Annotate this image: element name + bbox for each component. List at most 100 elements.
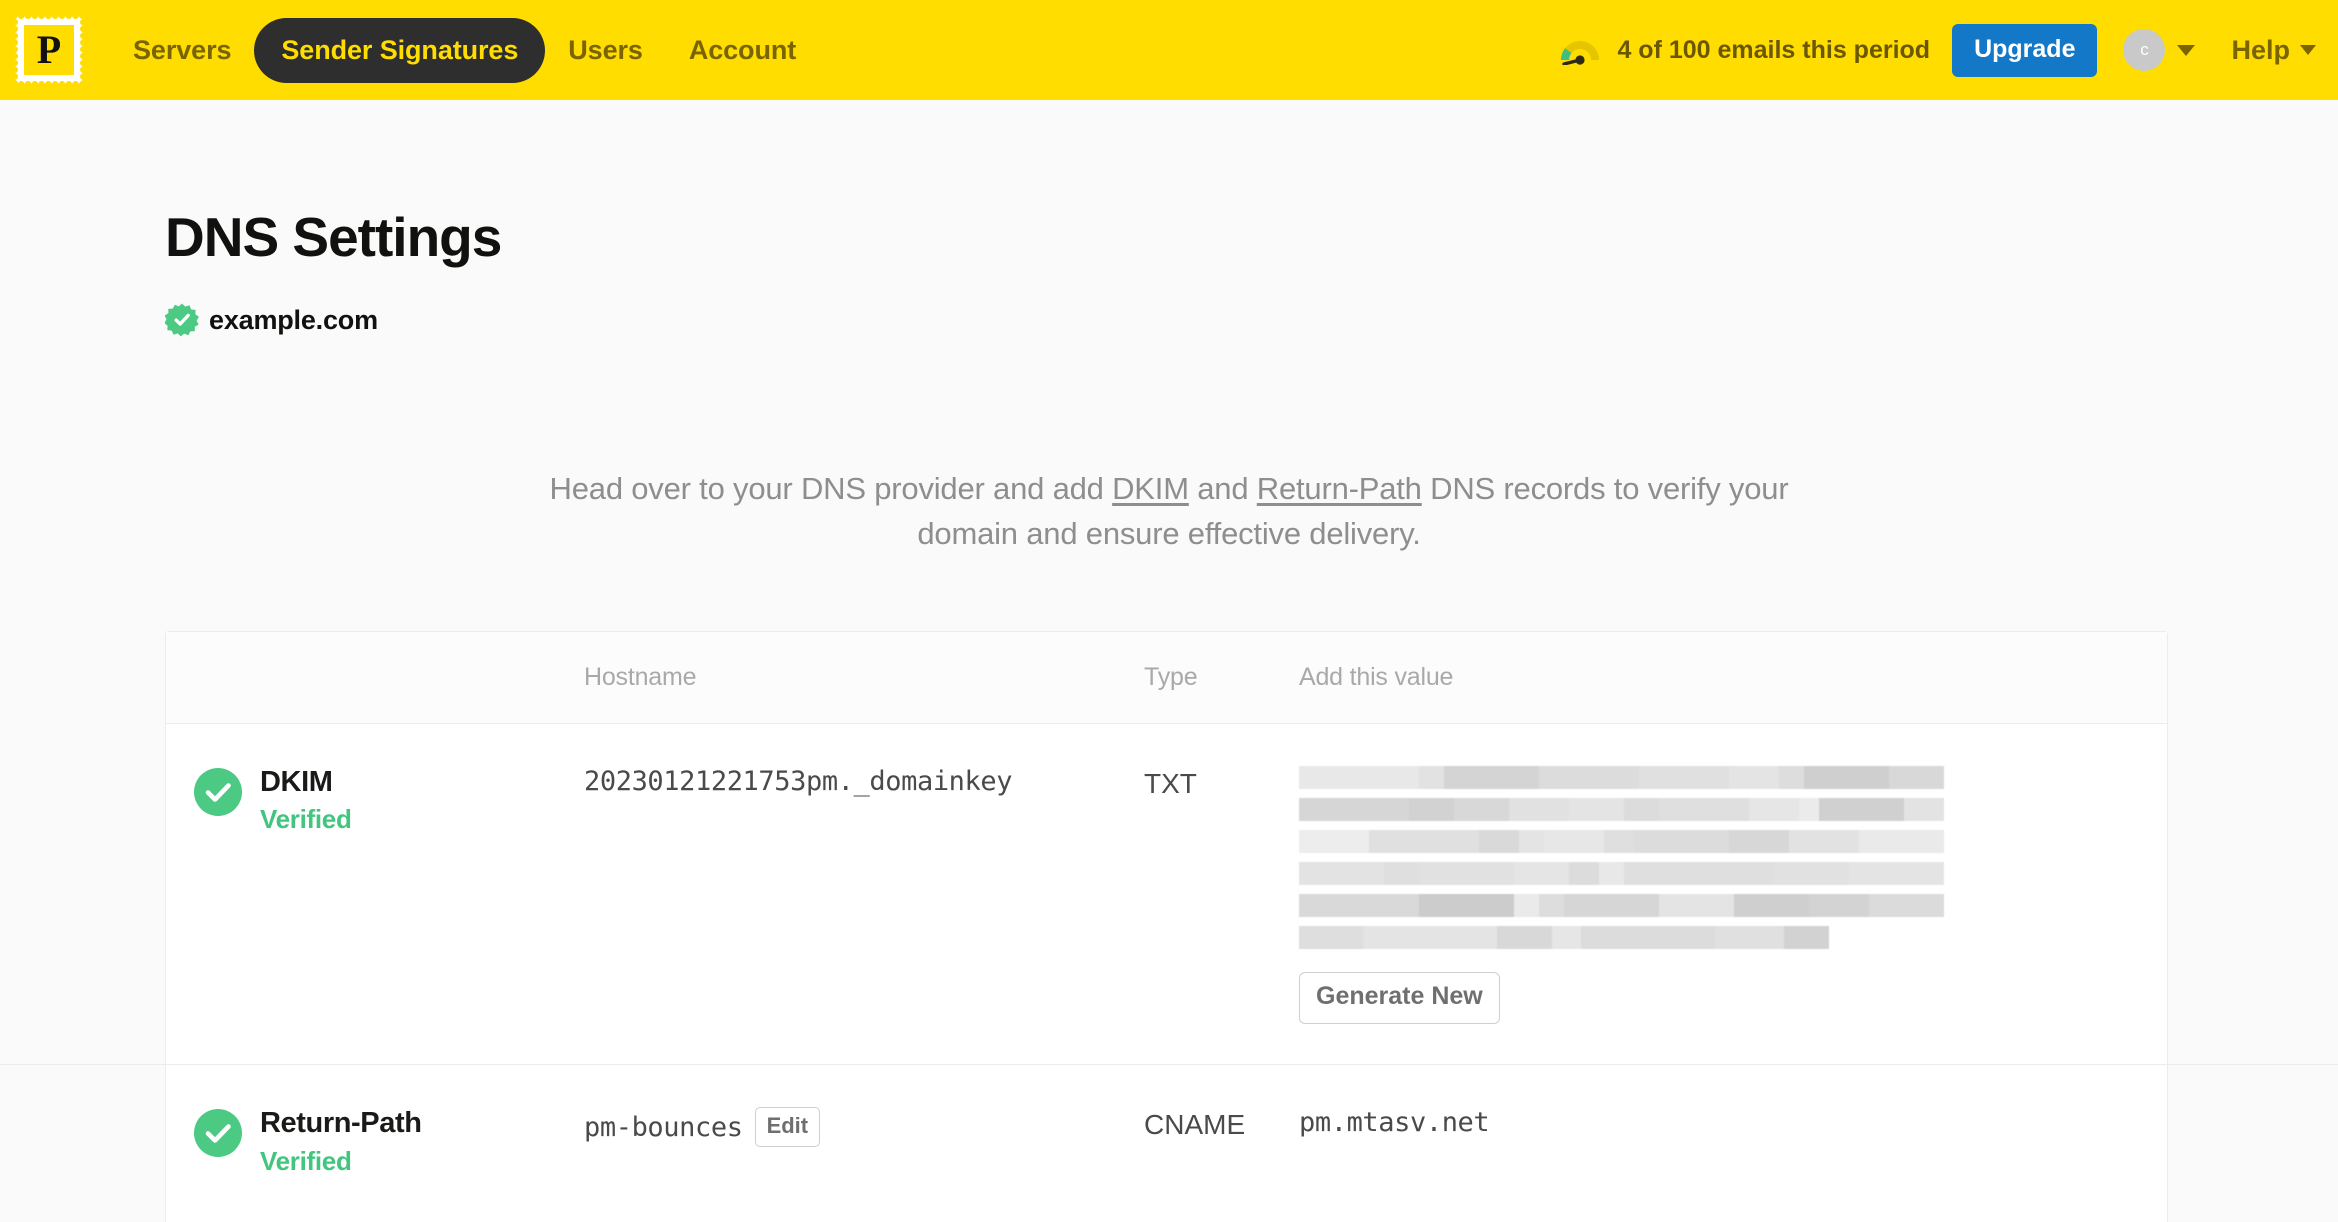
redacted-segment — [1889, 766, 1944, 789]
dns-records-card: Hostname Type Add this value DKIM Verifi… — [0, 631, 2338, 1222]
chevron-down-icon — [2300, 45, 2316, 55]
hostname-value: 20230121221753pm._domainkey — [584, 766, 1013, 797]
domain-row: example.com — [165, 303, 378, 337]
redacted-segment — [1514, 894, 1539, 917]
redacted-segment — [1779, 766, 1804, 789]
page-body: DNS Settings example.com Head over to yo… — [0, 100, 2338, 1222]
redacted-segment — [1551, 926, 1582, 949]
record-name: DKIM — [260, 766, 333, 798]
edit-hostname-button[interactable]: Edit — [754, 1107, 821, 1147]
table-row: DKIM Verified 20230121221753pm._domainke… — [0, 724, 2338, 1066]
redacted-segment — [1804, 766, 1889, 789]
redacted-segment — [1809, 894, 1869, 917]
redacted-segment — [1634, 830, 1729, 853]
redacted-segment — [1729, 766, 1779, 789]
redacted-segment — [1849, 862, 1944, 885]
redacted-segment — [1544, 830, 1604, 853]
hostname-value: pm-bounces — [584, 1111, 743, 1143]
redacted-segment — [1564, 894, 1659, 917]
help-menu[interactable]: Help — [2231, 35, 2316, 66]
help-label: Help — [2231, 34, 2290, 65]
redacted-segment — [1519, 830, 1544, 853]
generate-new-button[interactable]: Generate New — [1299, 972, 1500, 1025]
gauge-icon — [1561, 41, 1600, 65]
redacted-segment — [1419, 894, 1514, 917]
record-value: pm.mtasv.net — [1299, 1107, 1490, 1139]
page-title: DNS Settings — [165, 206, 502, 268]
redacted-segment — [1363, 926, 1498, 949]
navbar-right-cluster: 4 of 100 emails this period Upgrade c He… — [1557, 23, 2316, 77]
redacted-segment — [1734, 894, 1809, 917]
return-path-link[interactable]: Return-Path — [1257, 471, 1422, 506]
redacted-segment — [1859, 830, 1944, 853]
column-header-hostname: Hostname — [584, 663, 697, 691]
redacted-segment — [1514, 862, 1569, 885]
upgrade-button[interactable]: Upgrade — [1952, 23, 2098, 77]
redacted-segment — [1604, 830, 1634, 853]
primary-nav: Servers Sender Signatures Users Account — [110, 17, 819, 83]
nav-item-sender-signatures[interactable]: Sender Signatures — [254, 17, 546, 83]
value-cell: Generate New — [1299, 766, 2338, 1025]
hostname-cell: 20230121221753pm._domainkey — [584, 766, 1144, 797]
redacted-line — [1299, 830, 1944, 853]
redacted-segment — [1384, 862, 1419, 885]
redacted-segment — [1624, 798, 1659, 821]
top-navbar: P Servers Sender Signatures Users Accoun… — [0, 0, 2338, 100]
nav-item-servers[interactable]: Servers — [110, 21, 254, 80]
redacted-segment — [1299, 894, 1419, 917]
logo-letter: P — [24, 25, 74, 75]
redacted-segment — [1369, 830, 1479, 853]
redacted-segment — [1799, 798, 1819, 821]
redacted-segment — [1581, 926, 1716, 949]
redacted-segment — [1784, 926, 1829, 949]
redacted-segment — [1299, 798, 1409, 821]
redacted-segment — [1509, 798, 1569, 821]
status-badge: Verified — [260, 804, 352, 835]
redacted-line — [1299, 798, 1944, 821]
redacted-segment — [1409, 798, 1454, 821]
record-texts: Return-Path Verified — [260, 1107, 422, 1176]
record-label-return-path: Return-Path Verified — [166, 1107, 584, 1176]
record-name: Return-Path — [260, 1107, 422, 1140]
redacted-segment — [1299, 926, 1364, 949]
account-menu[interactable]: c — [2123, 29, 2196, 71]
type-cell: TXT — [1144, 768, 1197, 799]
dkim-link[interactable]: DKIM — [1112, 471, 1189, 506]
redacted-segment — [1299, 766, 1419, 789]
check-circle-icon — [194, 768, 242, 816]
redacted-segment — [1729, 830, 1789, 853]
table-row: Return-Path Verified pm-bounces Edit CNA… — [166, 1065, 2167, 1222]
redacted-segment — [1419, 862, 1514, 885]
redacted-segment — [1569, 862, 1599, 885]
nav-item-account[interactable]: Account — [666, 21, 819, 80]
postmark-stamp-logo[interactable]: P — [11, 12, 87, 88]
redacted-segment — [1539, 894, 1564, 917]
nav-item-users[interactable]: Users — [545, 21, 666, 80]
redacted-line — [1299, 894, 1944, 917]
stamp-outline: P — [11, 12, 87, 88]
redacted-line — [1299, 862, 1944, 885]
redacted-segment — [1419, 766, 1444, 789]
redacted-segment — [1819, 798, 1904, 821]
redacted-segment — [1569, 798, 1624, 821]
value-cell: pm.mtasv.net — [1299, 1107, 2167, 1138]
redacted-segment — [1454, 798, 1509, 821]
redacted-segment — [1715, 926, 1785, 949]
redacted-segment — [1624, 862, 1774, 885]
check-circle-icon — [194, 1109, 242, 1158]
redacted-segment — [1497, 926, 1552, 949]
redacted-segment — [1299, 862, 1384, 885]
redacted-line — [1299, 766, 1944, 789]
hostname-cell: pm-bounces Edit — [584, 1107, 1144, 1147]
table-header-row: Hostname Type Add this value — [166, 632, 2167, 724]
record-label-dkim: DKIM Verified — [166, 766, 584, 835]
redacted-segment — [1479, 830, 1519, 853]
redacted-segment — [1539, 766, 1639, 789]
page-description: Head over to your DNS provider and add D… — [509, 467, 1829, 557]
redacted-segment — [1659, 894, 1734, 917]
redacted-segment — [1789, 830, 1859, 853]
chevron-down-icon — [2177, 44, 2196, 56]
redacted-line — [1299, 926, 1829, 949]
redacted-segment — [1869, 894, 1944, 917]
redacted-segment — [1749, 798, 1799, 821]
